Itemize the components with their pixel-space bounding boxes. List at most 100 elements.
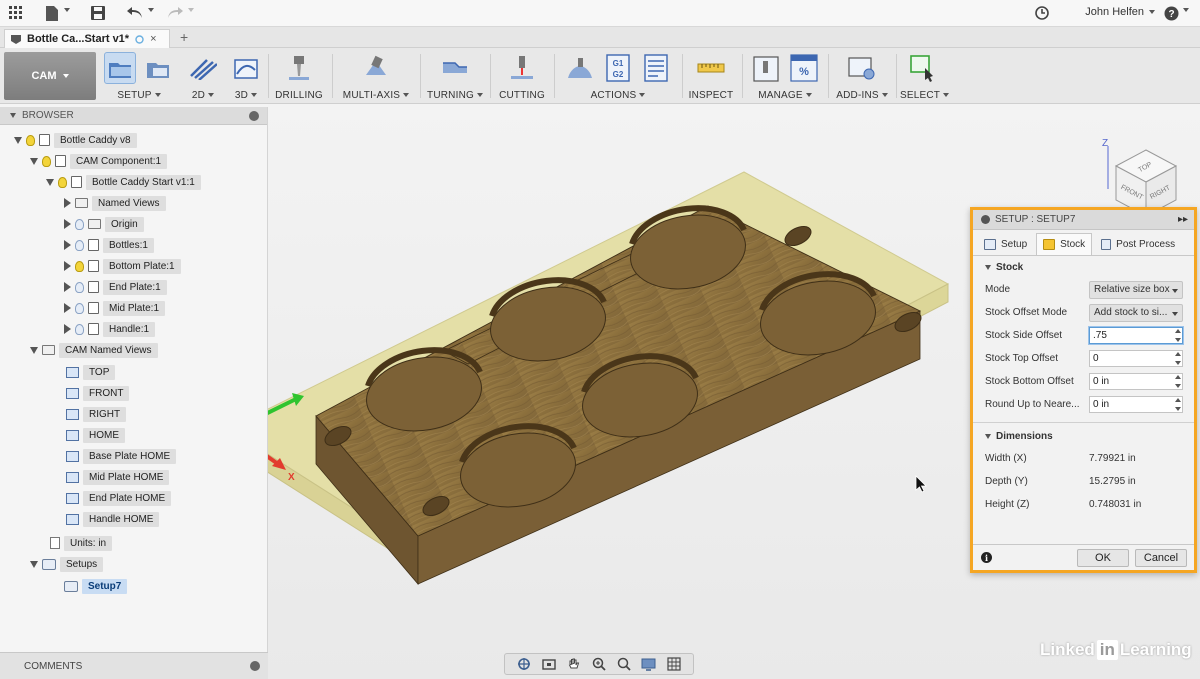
ribbon-group-select[interactable]: SELECT <box>900 50 946 102</box>
comments-options-icon[interactable] <box>250 661 260 671</box>
expand-icon[interactable] <box>14 136 22 144</box>
stock-section-header[interactable]: Stock <box>973 256 1194 278</box>
tree-node-bottles[interactable]: Bottles:1 <box>64 236 154 254</box>
app-grid-icon[interactable] <box>8 4 24 22</box>
template-library-icon[interactable]: % <box>788 52 820 84</box>
collapsed-icon[interactable] <box>64 324 71 334</box>
stepper-icon[interactable] <box>1175 329 1181 342</box>
setup-sheet-icon[interactable] <box>640 52 672 84</box>
ribbon-group-inspect[interactable]: INSPECT <box>686 50 736 102</box>
tree-node-setups[interactable]: Setups <box>30 555 104 573</box>
visibility-bulb-icon[interactable] <box>75 281 84 293</box>
collapse-section-icon[interactable] <box>985 264 991 270</box>
cancel-button[interactable]: Cancel <box>1135 549 1187 567</box>
visibility-bulb-icon[interactable] <box>75 260 84 272</box>
workspace-switcher[interactable]: CAM <box>4 52 96 100</box>
zoom-icon[interactable] <box>591 657 607 671</box>
tab-post-process[interactable]: Post Process <box>1094 233 1182 255</box>
help-caret-icon[interactable] <box>1183 8 1189 12</box>
orbit-icon[interactable] <box>516 657 532 671</box>
mode-select[interactable]: Relative size box <box>1089 280 1183 299</box>
expand-icon[interactable] <box>46 178 54 186</box>
undo-caret-icon[interactable] <box>148 8 154 12</box>
look-at-icon[interactable] <box>541 657 557 671</box>
pan-hand-icon[interactable] <box>566 657 582 671</box>
ribbon-group-setup[interactable]: SETUP <box>100 50 178 102</box>
collapsed-icon[interactable] <box>64 240 71 250</box>
redo-icon[interactable] <box>166 4 184 22</box>
tree-node-root[interactable]: Bottle Caddy v8 <box>14 131 137 149</box>
tree-node-origin[interactable]: Origin <box>64 215 144 233</box>
stock-top-offset-input[interactable] <box>1089 350 1183 367</box>
stepper-icon[interactable] <box>1175 352 1181 365</box>
redo-caret-icon[interactable] <box>188 8 194 12</box>
ribbon-group-3d[interactable]: 3D <box>226 50 266 102</box>
cutting-icon[interactable] <box>506 52 538 84</box>
expand-dialog-icon[interactable]: ▸▸ <box>1178 214 1188 225</box>
collapse-section-icon[interactable] <box>985 433 991 439</box>
select-icon[interactable] <box>907 52 939 84</box>
stock-bottom-offset-input[interactable] <box>1089 373 1183 390</box>
tree-node-view-end-plate-home[interactable]: End Plate HOME <box>66 489 172 507</box>
zoom-window-icon[interactable] <box>616 657 632 671</box>
measure-icon[interactable] <box>695 52 727 84</box>
tree-node-view-top[interactable]: TOP <box>66 363 116 381</box>
tab-stock[interactable]: Stock <box>1036 233 1093 255</box>
dialog-options-icon[interactable] <box>981 215 990 224</box>
collapsed-icon[interactable] <box>64 219 71 229</box>
drill-icon[interactable] <box>283 52 315 84</box>
dimensions-section-header[interactable]: Dimensions <box>973 425 1194 447</box>
grid-settings-icon[interactable] <box>666 657 682 671</box>
add-ins-icon[interactable] <box>846 52 878 84</box>
stepper-icon[interactable] <box>1175 375 1181 388</box>
ribbon-group-turning[interactable]: TURNING <box>424 50 486 102</box>
info-icon[interactable]: i <box>981 552 992 563</box>
tree-node-view-right[interactable]: RIGHT <box>66 405 127 423</box>
document-tab[interactable]: Bottle Ca...Start v1* × <box>4 29 170 48</box>
file-menu-caret-icon[interactable] <box>64 8 70 12</box>
tree-node-view-front[interactable]: FRONT <box>66 384 130 402</box>
post-process-icon[interactable]: G1 G2 <box>602 52 634 84</box>
new-tab-button[interactable]: + <box>180 29 188 45</box>
tree-node-end-plate[interactable]: End Plate:1 <box>64 278 167 296</box>
2d-toolpath-icon[interactable] <box>187 52 219 84</box>
tool-library-icon[interactable] <box>750 52 782 84</box>
tree-node-units[interactable]: Units: in <box>50 534 113 552</box>
save-icon[interactable] <box>90 4 106 22</box>
multi-axis-icon[interactable] <box>360 52 392 84</box>
ribbon-group-drilling[interactable]: DRILLING <box>270 50 328 102</box>
dialog-title-bar[interactable]: SETUP : SETUP7 ▸▸ <box>973 210 1194 230</box>
setup-folder-icon[interactable] <box>142 52 174 84</box>
comments-panel[interactable]: COMMENTS <box>0 652 268 679</box>
tree-node-cam-component[interactable]: CAM Component:1 <box>30 152 168 170</box>
tree-node-cam-named-views[interactable]: CAM Named Views <box>30 341 158 359</box>
expand-icon[interactable] <box>30 157 38 165</box>
visibility-bulb-icon[interactable] <box>75 218 84 230</box>
stepper-icon[interactable] <box>1175 398 1181 411</box>
tree-node-view-home[interactable]: HOME <box>66 426 125 444</box>
ribbon-group-multi-axis[interactable]: MULTI-AXIS <box>336 50 416 102</box>
tree-node-handle[interactable]: Handle:1 <box>64 320 156 338</box>
visibility-bulb-icon[interactable] <box>75 239 84 251</box>
tree-node-bottle-caddy-start[interactable]: Bottle Caddy Start v1:1 <box>46 173 201 191</box>
tree-node-bottom-plate[interactable]: Bottom Plate:1 <box>64 257 181 275</box>
browser-options-icon[interactable] <box>249 111 259 121</box>
ribbon-group-cutting[interactable]: CUTTING <box>494 50 550 102</box>
setup-icon[interactable] <box>104 52 136 84</box>
ribbon-group-2d[interactable]: 2D <box>182 50 224 102</box>
expand-icon[interactable] <box>30 346 38 354</box>
collapsed-icon[interactable] <box>64 303 71 313</box>
ok-button[interactable]: OK <box>1077 549 1129 567</box>
ribbon-group-add-ins[interactable]: ADD-INS <box>832 50 892 102</box>
ribbon-group-actions[interactable]: G1 G2 ACTIONS <box>558 50 678 102</box>
visibility-bulb-icon[interactable] <box>75 323 84 335</box>
visibility-bulb-icon[interactable] <box>75 302 84 314</box>
close-tab-icon[interactable]: × <box>150 33 156 45</box>
job-status-clock-icon[interactable] <box>1034 4 1050 22</box>
tree-node-mid-plate[interactable]: Mid Plate:1 <box>64 299 166 317</box>
tree-node-view-mid-plate-home[interactable]: Mid Plate HOME <box>66 468 170 486</box>
stock-side-offset-input[interactable] <box>1089 327 1183 344</box>
browser-header[interactable]: BROWSER <box>0 107 267 125</box>
turning-icon[interactable] <box>439 52 471 84</box>
tree-node-setup7[interactable]: Setup7 <box>64 577 128 595</box>
